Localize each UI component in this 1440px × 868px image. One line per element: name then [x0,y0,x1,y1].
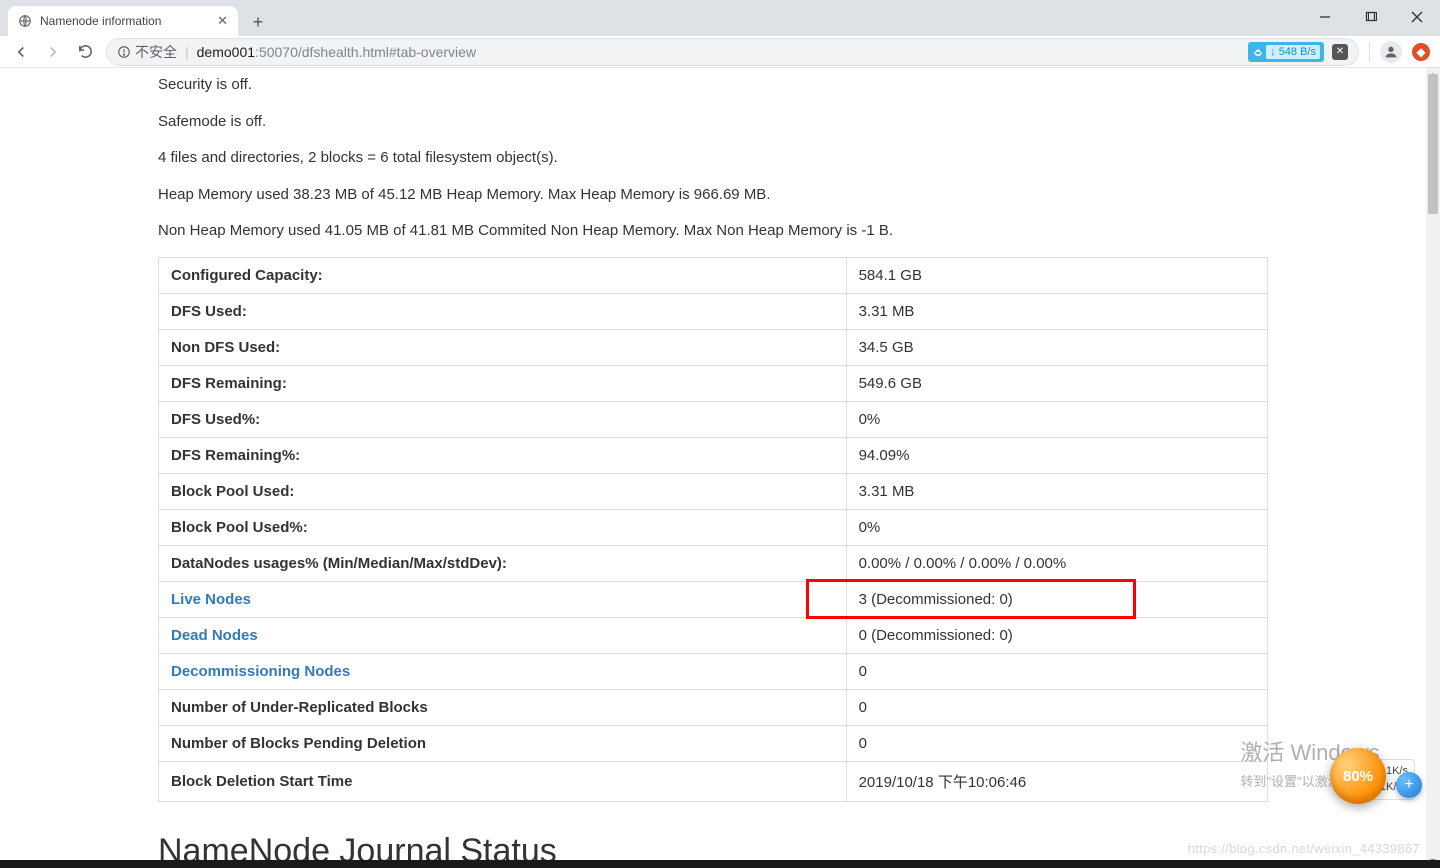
address-right-icons: ↓ 548 B/s ✕ [1248,42,1348,62]
forward-button[interactable] [42,41,64,63]
table-row: DataNodes usages% (Min/Median/Max/stdDev… [159,545,1268,581]
extension-close-icon[interactable]: ✕ [1332,44,1348,60]
page-content: Security is off. Safemode is off. 4 file… [158,68,1268,868]
status-fs-objects: 4 files and directories, 2 blocks = 6 to… [158,147,1268,170]
summary-link[interactable]: Live Nodes [171,591,251,608]
download-extension-badge[interactable]: ↓ 548 B/s [1248,42,1324,62]
summary-label: DFS Used%: [159,401,847,437]
extension-icon[interactable]: ◆ [1412,43,1430,61]
tab-close-icon[interactable]: ✕ [217,13,228,29]
summary-label: Live Nodes [159,581,847,617]
table-row: Block Deletion Start Time2019/10/18 下午10… [159,761,1268,801]
floating-add-button[interactable]: + [1396,772,1422,798]
table-row: Live Nodes 3 (Decommissioned: 0) [159,581,1268,617]
summary-label: Configured Capacity: [159,257,847,293]
summary-link[interactable]: Dead Nodes [171,627,258,644]
summary-label: DFS Remaining%: [159,437,847,473]
summary-value: 0 [846,689,1267,725]
summary-label: Non DFS Used: [159,329,847,365]
table-row: Block Pool Used:3.31 MB [159,473,1268,509]
summary-label: DFS Remaining: [159,365,847,401]
table-row: Non DFS Used:34.5 GB [159,329,1268,365]
table-row: DFS Remaining%:94.09% [159,437,1268,473]
status-safemode: Safemode is off. [158,111,1268,134]
table-row: Dead Nodes 0 (Decommissioned: 0) [159,617,1268,653]
table-row: Block Pool Used%:0% [159,509,1268,545]
summary-value: 3.31 MB [846,473,1267,509]
browser-toolbar: 不安全 | demo001:50070/dfshealth.html#tab-o… [0,36,1440,68]
summary-label: Dead Nodes [159,617,847,653]
summary-value: 3 (Decommissioned: 0) [846,581,1267,617]
vertical-scrollbar[interactable]: ▲ ▼ [1426,68,1440,868]
summary-value: 584.1 GB [846,257,1267,293]
browser-chrome: Namenode information ✕ + 不安全 [0,0,1440,68]
address-bar[interactable]: 不安全 | demo001:50070/dfshealth.html#tab-o… [106,38,1359,66]
summary-value: 549.6 GB [846,365,1267,401]
minimize-button[interactable] [1302,0,1348,34]
summary-value: 0% [846,401,1267,437]
taskbar [0,860,1440,868]
table-row: DFS Used:3.31 MB [159,293,1268,329]
window-controls [1302,0,1440,34]
window-close-button[interactable] [1394,0,1440,34]
status-nonheap: Non Heap Memory used 41.05 MB of 41.81 M… [158,220,1268,243]
not-secure-badge: 不安全 [117,42,177,62]
summary-value: 0 [846,653,1267,689]
summary-label: Decommissioning Nodes [159,653,847,689]
summary-value: 0% [846,509,1267,545]
reload-button[interactable] [74,41,96,63]
summary-value: 3.31 MB [846,293,1267,329]
status-security: Security is off. [158,74,1268,97]
summary-label: Number of Blocks Pending Deletion [159,725,847,761]
table-row: Configured Capacity:584.1 GB [159,257,1268,293]
summary-label: Block Deletion Start Time [159,761,847,801]
summary-label: Number of Under-Replicated Blocks [159,689,847,725]
table-row: DFS Used%:0% [159,401,1268,437]
url-text: demo001:50070/dfshealth.html#tab-overvie… [197,44,476,60]
summary-value: 0 (Decommissioned: 0) [846,617,1267,653]
summary-value: 0 [846,725,1267,761]
table-row: Decommissioning Nodes 0 [159,653,1268,689]
summary-label: DataNodes usages% (Min/Median/Max/stdDev… [159,545,847,581]
page-viewport: Security is off. Safemode is off. 4 file… [0,68,1426,868]
summary-value: 94.09% [846,437,1267,473]
summary-value: 34.5 GB [846,329,1267,365]
table-row: DFS Remaining:549.6 GB [159,365,1268,401]
scrollbar-thumb[interactable] [1428,74,1438,214]
summary-value: 0.00% / 0.00% / 0.00% / 0.00% [846,545,1267,581]
toolbar-separator [1369,42,1370,62]
browser-tab[interactable]: Namenode information ✕ [8,6,238,36]
address-separator: | [185,44,189,60]
tab-bar: Namenode information ✕ + [0,0,1440,36]
summary-label: DFS Used: [159,293,847,329]
summary-value: 2019/10/18 下午10:06:46 [846,761,1267,801]
summary-label: Block Pool Used%: [159,509,847,545]
network-percent-bubble[interactable]: 80% [1330,748,1386,804]
new-tab-button[interactable]: + [244,8,272,36]
not-secure-label: 不安全 [135,42,177,62]
table-row: Number of Under-Replicated Blocks0 [159,689,1268,725]
maximize-button[interactable] [1348,0,1394,34]
table-row: Number of Blocks Pending Deletion0 [159,725,1268,761]
status-heap: Heap Memory used 38.23 MB of 45.12 MB He… [158,184,1268,207]
summary-table: Configured Capacity:584.1 GBDFS Used:3.3… [158,257,1268,802]
tab-title: Namenode information [40,14,161,28]
back-button[interactable] [10,41,32,63]
globe-icon [18,14,32,28]
summary-label: Block Pool Used: [159,473,847,509]
summary-link[interactable]: Decommissioning Nodes [171,663,350,680]
profile-avatar-icon[interactable] [1380,41,1402,63]
